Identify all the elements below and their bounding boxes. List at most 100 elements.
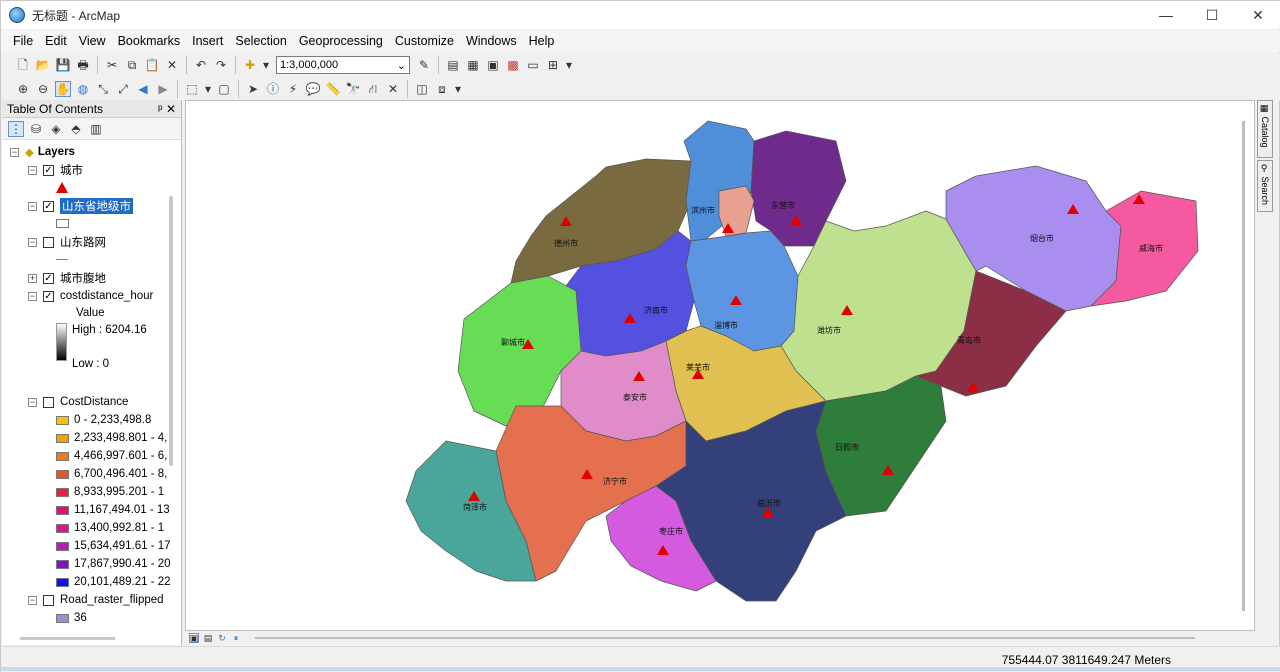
collapse-icon[interactable]: − [28,595,37,605]
chevron-down-icon[interactable]: ▾ [262,57,270,73]
python-window-icon[interactable]: ▭ [525,57,541,73]
catalog-icon[interactable]: ▦ [465,57,481,73]
chevron-down-icon[interactable]: ▾ [204,81,212,97]
toc-horizontal-scrollbar[interactable] [20,637,115,640]
search-tab[interactable]: ⚲ Search [1257,160,1273,212]
expand-icon[interactable]: + [28,273,37,283]
menu-customize[interactable]: Customize [389,34,460,48]
layout-view-icon[interactable]: ▤ [203,633,213,643]
copy-icon[interactable]: ⧉ [124,57,140,73]
pin-icon[interactable]: ᵖ [158,102,163,116]
identify-icon[interactable]: ⓘ [265,81,281,97]
model-builder-icon[interactable]: ⊞ [545,57,561,73]
select-features-icon[interactable]: ⬚ [184,81,200,97]
search-window-icon[interactable]: ▣ [485,57,501,73]
new-icon[interactable]: 🗋 [15,57,31,73]
measure-icon[interactable]: 📏 [325,81,341,97]
collapse-icon[interactable]: − [28,165,37,175]
layer-visibility-checkbox[interactable] [43,594,54,606]
collapse-icon[interactable]: − [28,397,37,407]
table-of-contents-icon[interactable]: ▤ [445,57,461,73]
collapse-icon[interactable]: − [28,291,37,301]
zoom-in-icon[interactable]: ⊕ [15,81,31,97]
fixed-zoom-out-icon[interactable]: ⤢ [115,81,131,97]
html-popup-icon[interactable]: 💬 [305,81,321,97]
layer-visibility-checkbox[interactable] [43,236,54,248]
redo-icon[interactable]: ↷ [213,57,229,73]
full-extent-icon[interactable]: ◍ [75,81,91,97]
minimize-button[interactable]: — [1143,1,1189,29]
menu-help[interactable]: Help [523,34,561,48]
layers-group[interactable]: − ◆ Layers [10,144,75,160]
hyperlink-icon[interactable]: ⚡ [285,81,301,97]
clear-selection-icon[interactable]: ▢ [216,81,232,97]
delete-icon[interactable]: ✕ [164,57,180,73]
pause-drawing-icon[interactable]: ⏸ [231,633,241,643]
data-view-icon[interactable]: ▣ [189,633,199,643]
layer-visibility-checkbox[interactable]: ✓ [43,200,54,212]
open-icon[interactable]: 📂 [35,57,51,73]
map-display[interactable]: 德州市 滨州市 东营市 烟台市 威海市 济南市 淄博市 潍坊市 青岛市 聊城市 … [185,100,1255,631]
editor-toolbar-icon[interactable]: ✎ [416,57,432,73]
menu-view[interactable]: View [73,34,112,48]
collapse-icon[interactable]: − [28,201,37,211]
menu-bookmarks[interactable]: Bookmarks [112,34,187,48]
layer-row-city[interactable]: − ✓ 城市 [28,162,83,178]
select-elements-icon[interactable]: ➤ [245,81,261,97]
find-icon[interactable]: 🔭 [345,81,361,97]
refresh-icon[interactable]: ↻ [217,633,227,643]
create-viewer-icon[interactable]: ⧈ [434,81,450,97]
find-route-icon[interactable]: ⛙ [365,81,381,97]
layer-row-road-raster[interactable]: − Road_raster_flipped [28,592,164,608]
add-data-icon[interactable]: ✚ [242,57,258,73]
layer-row-prefecture[interactable]: − ✓ 山东省地级市 [28,198,133,214]
go-forward-icon[interactable]: ▶ [155,81,171,97]
region-binzhou-east[interactable] [718,185,755,237]
map-scale-combo[interactable]: 1:3,000,000 ⌄ [276,56,410,74]
layer-visibility-checkbox[interactable]: ✓ [43,290,54,302]
paste-icon[interactable]: 📋 [144,57,160,73]
go-back-icon[interactable]: ◀ [135,81,151,97]
collapse-icon[interactable]: − [28,237,37,247]
go-to-xy-icon[interactable]: ✕ [385,81,401,97]
list-by-selection-icon[interactable]: ⬘ [68,121,84,137]
menu-selection[interactable]: Selection [229,34,292,48]
list-by-drawing-order-icon[interactable]: ⋮ [8,120,24,137]
toolbar-options-icon[interactable]: ▾ [565,57,573,73]
layer-row-costdistance-hour[interactable]: − ✓ costdistance_hour [28,288,153,304]
menu-geoprocessing[interactable]: Geoprocessing [293,34,389,48]
layer-visibility-checkbox[interactable] [43,396,54,408]
options-icon[interactable]: ▥ [88,121,104,137]
layer-row-costdistance[interactable]: − CostDistance [28,394,128,410]
shandong-map[interactable]: 德州市 滨州市 东营市 烟台市 威海市 济南市 淄博市 潍坊市 青岛市 聊城市 … [186,101,1254,630]
time-slider-icon[interactable]: ◫ [414,81,430,97]
menu-insert[interactable]: Insert [186,34,229,48]
menu-edit[interactable]: Edit [39,34,73,48]
map-horizontal-scrollbar[interactable] [255,637,1195,639]
map-vertical-scrollbar[interactable] [1242,121,1245,611]
toc-close-icon[interactable]: ✕ [166,102,176,116]
save-icon[interactable]: 💾 [55,57,71,73]
layer-visibility-checkbox[interactable]: ✓ [43,164,54,176]
menu-file[interactable]: File [7,34,39,48]
layer-row-hinterland[interactable]: + ✓ 城市腹地 [28,270,106,286]
maximize-button[interactable]: ☐ [1189,1,1235,29]
zoom-out-icon[interactable]: ⊖ [35,81,51,97]
collapse-icon[interactable]: − [10,147,19,157]
cut-icon[interactable]: ✂ [104,57,120,73]
close-button[interactable]: ✕ [1235,1,1280,29]
list-by-source-icon[interactable]: ⛁ [28,121,44,137]
catalog-tab[interactable]: ▦ Catalog [1257,100,1273,158]
fixed-zoom-in-icon[interactable]: ⤡ [95,81,111,97]
pan-icon[interactable]: ✋ [55,81,71,97]
layer-visibility-checkbox[interactable]: ✓ [43,272,54,284]
print-icon[interactable]: 🖶 [75,57,91,73]
toolbar-options-icon[interactable]: ▾ [454,81,462,97]
list-by-visibility-icon[interactable]: ◈ [48,121,64,137]
toc-vertical-scrollbar[interactable] [169,196,173,466]
layer-row-roads[interactable]: − 山东路网 [28,234,106,250]
undo-icon[interactable]: ↶ [193,57,209,73]
arctoolbox-icon[interactable]: ▩ [505,57,521,73]
menu-windows[interactable]: Windows [460,34,523,48]
toc-toolbar: ⋮ ⛁ ◈ ⬘ ▥ [2,118,181,140]
